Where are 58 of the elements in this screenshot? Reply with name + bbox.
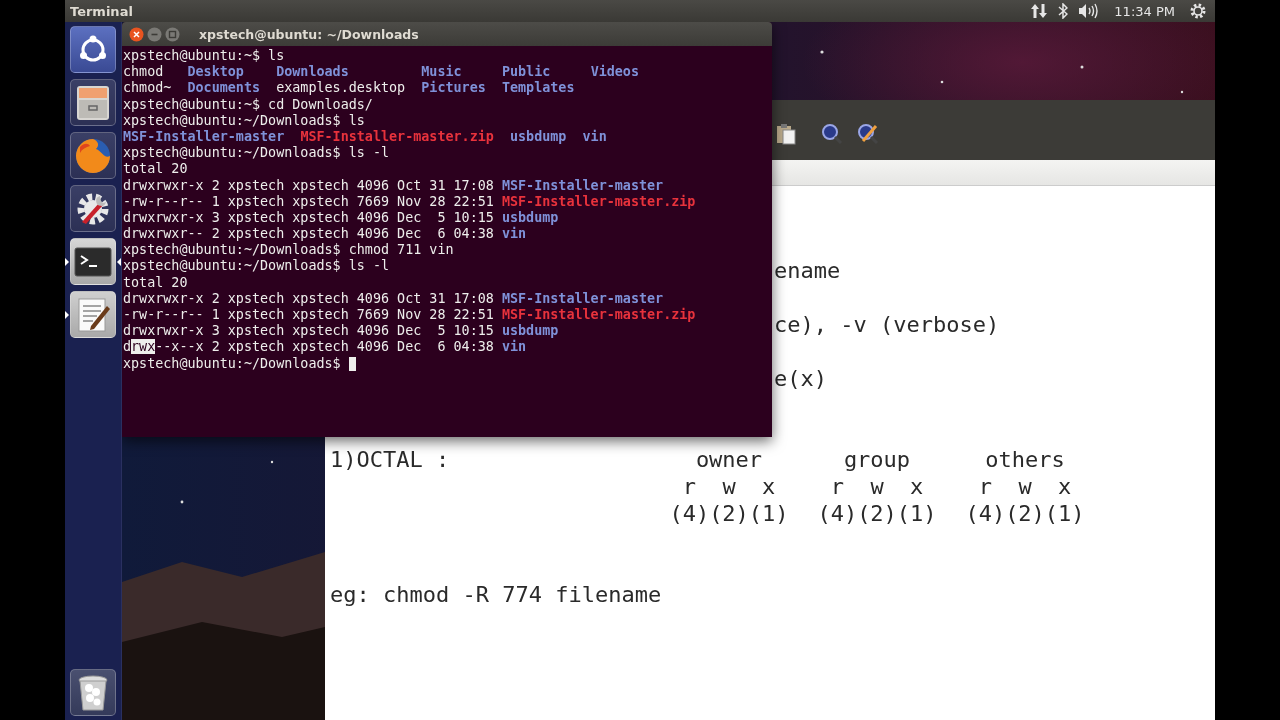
text-line: ename (774, 257, 841, 284)
terminal-line: chmod~ Documents examples.desktop Pictures Templates (123, 80, 575, 97)
terminal-line: chmod Desktop Downloads Music Public Videos (123, 64, 639, 80)
dash-button[interactable] (70, 26, 116, 73)
permission-letters: r w x (681, 473, 777, 500)
terminal-line: drwxrwxr-x 2 xpstech xpstech 4096 Oct 31 17:08 MSF-Installer-master (123, 177, 664, 194)
terminal-line: total 20 (123, 274, 188, 291)
text-line: e(x) (774, 365, 827, 392)
text-line: eg: chmod -R 774 filename (330, 581, 662, 608)
terminal-line: xpstech@ubuntu:~$ cd Downloads/ (123, 96, 373, 113)
files-button[interactable] (70, 79, 116, 126)
notepad-pencil-icon (75, 295, 111, 334)
browser-button[interactable] (70, 132, 116, 179)
terminal-line: -rw-r--r-- 1 xpstech xpstech 7669 Nov 28 22:51 MSF-Installer-master.zip (123, 193, 696, 210)
clipboard-icon[interactable] (775, 123, 797, 145)
text-editor-button[interactable] (70, 291, 116, 338)
file-cabinet-icon (75, 83, 111, 122)
window-title: xpstech@ubuntu: ~/Downloads (199, 26, 419, 42)
terminal-line: drwxrwxr-x 3 xpstech xpstech 4096 Dec 5 10:15 usbdump (123, 209, 559, 226)
terminal-button[interactable] (70, 238, 116, 285)
clock[interactable]: 11:34 PM (1114, 3, 1175, 19)
text-line: ce), -v (verbose) (774, 311, 1000, 338)
bluetooth-icon[interactable] (1058, 3, 1069, 19)
permission-values: (4)(2)(1) (668, 500, 790, 527)
terminal-line: drwxrwxr-x 3 xpstech xpstech 4096 Dec 5 10:15 usbdump (123, 323, 559, 339)
maximize-icon[interactable] (165, 26, 180, 42)
terminal-line: -rw-r--r-- 1 xpstech xpstech 7669 Nov 28 22:51 MSF-Installer-master.zip (123, 307, 696, 324)
trash-bin-icon (76, 673, 110, 712)
network-arrows-icon[interactable] (1030, 3, 1049, 19)
terminal-line: xpstech@ubuntu:~/Downloads$ ls -l (123, 258, 390, 275)
terminal-line: xpstech@ubuntu:~/Downloads$ chmod 711 vin (123, 242, 454, 259)
terminal-line: drwxrwxr-- 2 xpstech xpstech 4096 Dec 6 04:38 vin (123, 226, 527, 243)
volume-icon[interactable] (1078, 3, 1099, 19)
permission-letters: r w x (829, 473, 925, 500)
terminal-line: xpstech@ubuntu:~/Downloads$ ls (123, 112, 365, 129)
permission-values: (4)(2)(1) (964, 500, 1086, 527)
permission-heading: others (984, 446, 1066, 473)
permission-heading: group (842, 446, 912, 473)
permission-heading: owner (694, 446, 764, 473)
text-line: 1)OCTAL : (330, 446, 451, 473)
terminal-line: MSF-Installer-master MSF-Installer-master.zip usbdump vin (123, 128, 607, 146)
terminal-line: drwxrwxr-x 2 xpstech xpstech 4096 Oct 31 17:08 MSF-Installer-master (123, 290, 664, 307)
fox-globe-icon (74, 136, 112, 175)
settings-icon[interactable] (1189, 2, 1207, 20)
close-icon[interactable] (129, 26, 144, 42)
terminal-line: xpstech@ubuntu:~/Downloads$ ls -l (123, 145, 390, 162)
permission-letters: r w x (977, 473, 1073, 500)
terminal-line: total 20 (123, 161, 188, 178)
terminal-line: d rwx--x--x 2 xpstech xpstech 4096 Dec 6 04:38 vin (123, 339, 527, 356)
terminal-icon (74, 246, 112, 277)
terminal-line: xpstech@ubuntu:~$ ls (123, 48, 285, 65)
trash-button[interactable] (70, 669, 116, 716)
app-title: Terminal (70, 3, 133, 19)
permission-values: (4)(2)(1) (816, 500, 938, 527)
search-icon[interactable] (821, 123, 843, 145)
terminal-line: xpstech@ubuntu:~/Downloads$ (123, 355, 342, 372)
search-replace-icon[interactable] (857, 123, 879, 145)
settings-button[interactable] (70, 185, 116, 232)
